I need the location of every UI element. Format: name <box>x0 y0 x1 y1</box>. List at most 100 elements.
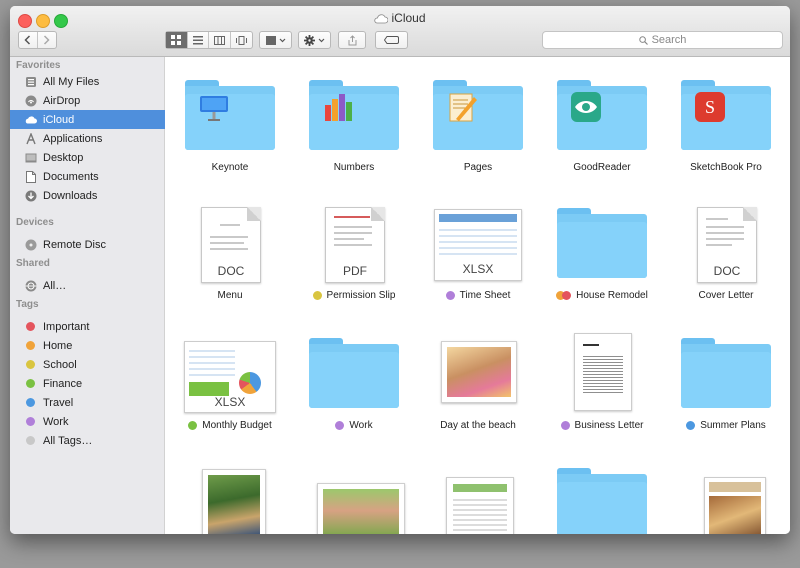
columns-icon <box>213 35 225 45</box>
sidebar-item-label: Downloads <box>43 189 98 202</box>
file-grid: Keynote Numbers Pages GoodReader S Sketc… <box>165 57 790 534</box>
sidebar: Favorites All My Files AirDrop iCloud Ap… <box>10 57 165 534</box>
file-item-goodreader[interactable]: GoodReader <box>540 57 664 182</box>
sidebar-item-icloud[interactable]: iCloud <box>10 110 165 129</box>
sidebar-item-tag-work[interactable]: Work <box>10 412 165 431</box>
file-ext: XLSX <box>214 395 246 409</box>
sidebar-item-label: School <box>43 358 77 371</box>
sidebar-item-label: Important <box>43 320 90 333</box>
orange-tag-dot-icon <box>26 341 35 350</box>
file-item-folder[interactable] <box>540 445 664 534</box>
file-item-menu[interactable]: DOC Menu <box>168 185 292 310</box>
chevron-right-icon <box>44 35 50 45</box>
file-item-house-remodel[interactable]: House Remodel <box>540 185 664 310</box>
sketchbook-icon: S <box>695 92 725 122</box>
file-item-work[interactable]: Work <box>292 315 416 440</box>
doc-file-icon: DOC <box>664 185 788 283</box>
xlsx-file-icon: XLSX <box>168 315 292 413</box>
folder-icon <box>416 57 540 153</box>
file-label: Permission Slip <box>292 290 416 301</box>
file-item-photo-dog[interactable] <box>168 445 292 534</box>
file-label: Keynote <box>211 162 249 173</box>
sidebar-item-label: Work <box>43 415 69 428</box>
sidebar-item-tag-important[interactable]: Important <box>10 317 165 336</box>
sidebar-item-applications[interactable]: Applications <box>10 129 165 148</box>
file-item-monthly-budget[interactable]: XLSX Monthly Budget <box>168 315 292 440</box>
folder-icon <box>168 57 292 153</box>
forward-button[interactable] <box>38 32 56 48</box>
file-item-pages[interactable]: Pages <box>416 57 540 182</box>
yellow-tag-dot-icon <box>312 291 322 300</box>
disc-icon <box>25 239 37 251</box>
file-label: Day at the beach <box>440 420 516 431</box>
file-item-day-at-the-beach[interactable]: Day at the beach <box>416 315 540 440</box>
edit-tags-button[interactable] <box>375 31 408 49</box>
sidebar-item-tag-finance[interactable]: Finance <box>10 374 165 393</box>
file-item-time-sheet[interactable]: XLSX Time Sheet <box>416 185 540 310</box>
file-item-permission-slip[interactable]: PDF Permission Slip <box>292 185 416 310</box>
purple-tag-dot-icon <box>26 417 35 426</box>
yellow-tag-dot-icon <box>26 360 35 369</box>
file-label: Monthly Budget <box>168 420 292 431</box>
xlsx-file-icon: XLSX <box>416 185 540 281</box>
file-item-summer-plans[interactable]: Summer Plans <box>664 315 788 440</box>
file-label: Numbers <box>333 162 375 173</box>
file-item-numbers[interactable]: Numbers <box>292 57 416 182</box>
list-view-button[interactable] <box>188 32 209 48</box>
file-label: Cover Letter <box>698 290 754 301</box>
file-item-spreadsheet[interactable] <box>416 445 540 534</box>
back-button[interactable] <box>19 32 38 48</box>
window-title: iCloud <box>10 11 790 27</box>
sidebar-item-remote-disc[interactable]: Remote Disc <box>10 235 165 254</box>
grid-icon <box>171 35 182 45</box>
airdrop-icon <box>25 95 37 107</box>
folder-icon <box>540 445 664 534</box>
file-item-business-letter[interactable]: Business Letter <box>540 315 664 440</box>
doc-file-icon: DOC <box>168 185 292 283</box>
file-item-keynote[interactable]: Keynote <box>168 57 292 182</box>
sidebar-item-shared-all[interactable]: All… <box>10 276 165 295</box>
action-button[interactable] <box>298 31 331 49</box>
file-label: Summer Plans <box>664 420 788 431</box>
sidebar-item-downloads[interactable]: Downloads <box>10 186 165 205</box>
column-view-button[interactable] <box>209 32 231 48</box>
share-icon <box>348 34 356 45</box>
sidebar-item-tag-school[interactable]: School <box>10 355 165 374</box>
sidebar-item-tag-travel[interactable]: Travel <box>10 393 165 412</box>
sidebar-item-label: Finance <box>43 377 83 390</box>
sidebar-item-all-my-files[interactable]: All My Files <box>10 72 165 91</box>
sidebar-item-documents[interactable]: Documents <box>10 167 165 186</box>
network-icon <box>25 280 37 292</box>
sidebar-item-label: All Tags… <box>43 434 93 447</box>
finder-window: iCloud Search Favorites All My Files Air… <box>10 6 790 534</box>
sidebar-item-tag-home[interactable]: Home <box>10 336 165 355</box>
sidebar-item-airdrop[interactable]: AirDrop <box>10 91 165 110</box>
file-label: SketchBook Pro <box>690 162 762 173</box>
file-item-photo-girl[interactable] <box>292 445 416 534</box>
search-field[interactable]: Search <box>542 31 783 49</box>
file-label: Pages <box>463 162 493 173</box>
sidebar-item-label: Applications <box>43 132 103 145</box>
green-tag-dot-icon <box>188 421 198 430</box>
shared-header: Shared <box>16 258 50 269</box>
file-item-sketchbook-pro[interactable]: S SketchBook Pro <box>664 57 788 182</box>
sidebar-item-label: All… <box>43 279 67 292</box>
purple-tag-dot-icon <box>445 291 455 300</box>
file-ext: XLSX <box>462 262 494 276</box>
file-label: Time Sheet <box>416 290 540 301</box>
file-item-cover-letter[interactable]: DOC Cover Letter <box>664 185 788 310</box>
all-files-icon <box>25 76 37 88</box>
arrange-button[interactable] <box>259 31 292 49</box>
sidebar-item-label: Travel <box>43 396 74 409</box>
coverflow-view-button[interactable] <box>231 32 252 48</box>
icon-view-button[interactable] <box>166 32 188 48</box>
svg-text:S: S <box>705 97 715 117</box>
tags-header: Tags <box>16 299 39 310</box>
file-label: House Remodel <box>540 290 664 301</box>
file-item-document[interactable] <box>664 445 788 534</box>
sidebar-item-all-tags[interactable]: All Tags… <box>10 431 165 450</box>
purple-tag-dot-icon <box>335 421 345 430</box>
sidebar-item-desktop[interactable]: Desktop <box>10 148 165 167</box>
documents-icon <box>25 170 37 183</box>
share-button[interactable] <box>338 31 366 49</box>
